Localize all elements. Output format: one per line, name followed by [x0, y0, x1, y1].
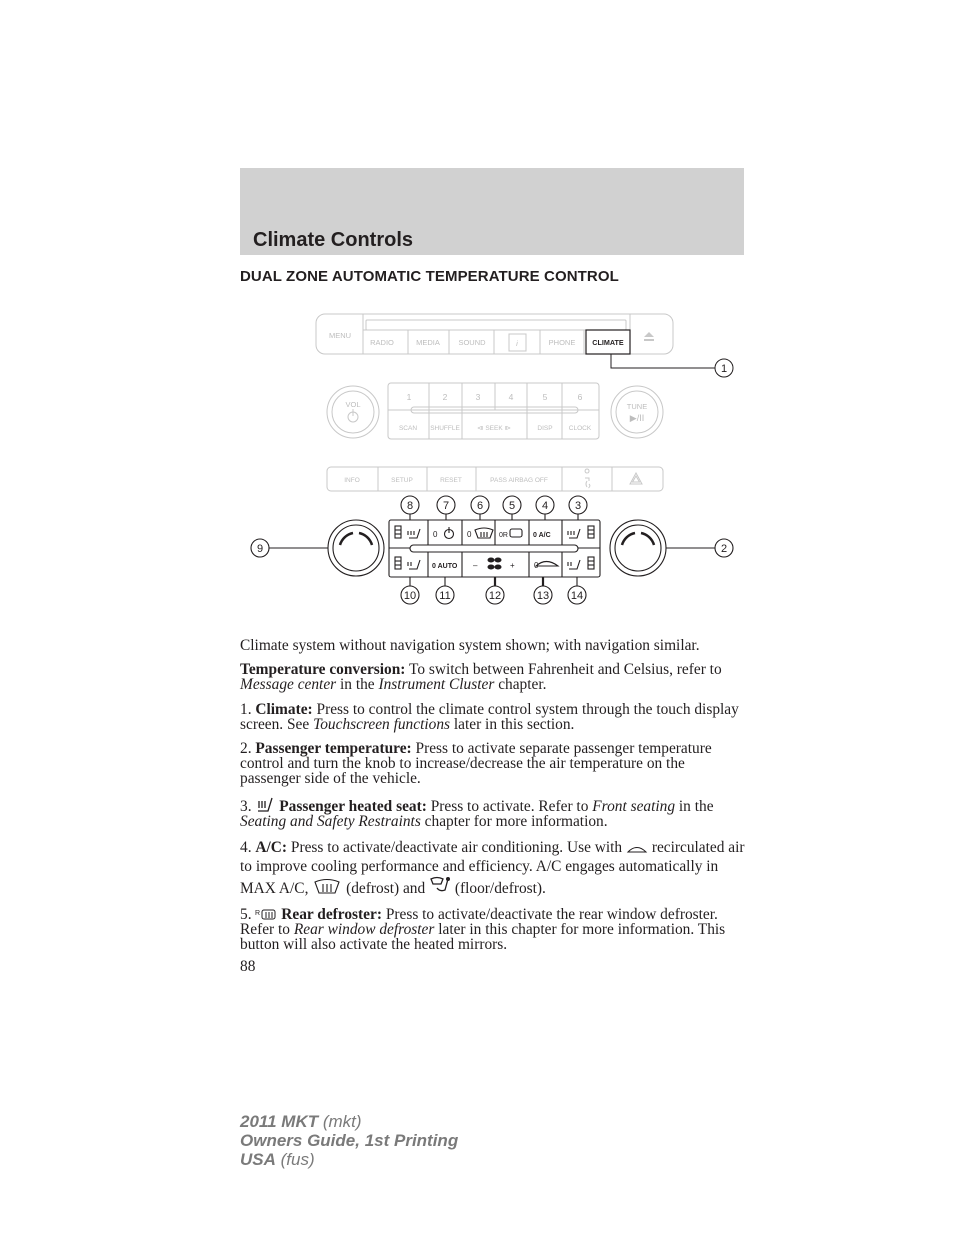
driver-cooled-seat-icon: [407, 559, 421, 570]
front-defrost-indicator: 0: [467, 530, 472, 539]
callout-5: 5: [509, 500, 515, 512]
callout-11: 11: [439, 590, 450, 602]
heated-seat-icon: [258, 797, 274, 812]
temperature-conversion-paragraph: Temperature conversion: To switch betwee…: [240, 661, 722, 694]
section-title: DUAL ZONE AUTOMATIC TEMPERATURE CONTROL: [240, 268, 619, 285]
setup-button[interactable]: SETUP: [391, 477, 413, 484]
climate-button-label: CLIMATE: [592, 338, 624, 347]
climate-power-indicator: 0: [433, 530, 438, 539]
footer-line-2: Owners Guide, 1st Printing: [240, 1131, 459, 1150]
tune-knob: [610, 385, 664, 439]
preset-2[interactable]: 2: [443, 392, 448, 402]
item-4-ac: 4. A/C: Press to activate/deactivate air…: [240, 839, 745, 898]
seek-button[interactable]: ⧏ SEEK ⧐: [477, 425, 511, 432]
floor-defrost-icon: [430, 876, 451, 892]
driver-temp-knob[interactable]: [327, 519, 385, 577]
item-2-passenger-temperature: 2. Passenger temperature: Press to activ…: [240, 740, 712, 788]
passenger-temp-knob[interactable]: [609, 519, 667, 577]
sound-button[interactable]: SOUND: [458, 338, 486, 347]
footer: 2011 MKT (mkt) Owners Guide, 1st Printin…: [240, 1112, 458, 1169]
phone-button[interactable]: PHONE: [549, 338, 576, 347]
pass-airbag-off-indicator: PASS AIRBAG OFF: [490, 477, 548, 484]
menu-button[interactable]: MENU: [329, 331, 351, 340]
climate-control-figure: MENU RADIO MEDIA SOUND i PHONE VOL TUNE …: [250, 313, 734, 605]
callout-7: 7: [443, 500, 449, 512]
info-button[interactable]: INFO: [344, 477, 360, 484]
clock-button[interactable]: CLOCK: [569, 425, 592, 432]
footer-line-1: 2011 MKT (mkt): [240, 1112, 362, 1131]
callout-3: 3: [575, 500, 581, 512]
preset-6[interactable]: 6: [578, 392, 583, 402]
figure-caption: Climate system without navigation system…: [240, 637, 700, 654]
callout-2: 2: [721, 543, 727, 555]
info-i-button[interactable]: i: [516, 339, 518, 348]
eject-icon: [644, 332, 654, 341]
item-1-climate: 1. Climate: Press to control the climate…: [240, 700, 739, 733]
svg-text:R: R: [255, 910, 260, 917]
climate-display-slot: [409, 544, 579, 553]
recirculation-icon: [534, 560, 560, 567]
radio-button[interactable]: RADIO: [370, 338, 394, 347]
scan-button[interactable]: SCAN: [399, 425, 417, 432]
front-defrost-icon: [474, 527, 494, 539]
driver-heated-seat-icon: [407, 528, 421, 539]
chapter-title: Climate Controls: [253, 229, 414, 251]
footer-line-3: USA (fus): [240, 1150, 315, 1169]
callout-13: 13: [537, 590, 549, 602]
disp-button[interactable]: DISP: [537, 425, 552, 432]
shuffle-button[interactable]: SHUFFLE: [430, 425, 460, 432]
passenger-heated-seat-icon: [567, 528, 581, 539]
callout-4: 4: [542, 500, 548, 512]
tune-label: TUNE: [627, 402, 647, 411]
page-number: 88: [240, 957, 256, 975]
seating-safety-reference: Seating and Safety Restraints: [240, 812, 421, 830]
callout-9: 9: [257, 543, 263, 555]
preset-3[interactable]: 3: [476, 392, 481, 402]
callout-14: 14: [571, 590, 583, 602]
defrost-icon: [314, 878, 340, 894]
vol-label: VOL: [345, 400, 360, 409]
body-text: Climate system without navigation system…: [240, 638, 746, 974]
callout-1: 1: [721, 363, 727, 375]
item-3-passenger-heated-seat: 3. Passenger heated seat: Press to activ…: [240, 797, 714, 830]
callout-12: 12: [489, 590, 501, 602]
touchscreen-functions-reference: Touchscreen functions: [313, 715, 451, 733]
passenger-cooled-seat-icon: [567, 559, 581, 570]
rear-defrost-indicator: 0R: [499, 532, 508, 539]
auto-button-label: 0 AUTO: [432, 563, 458, 570]
recirculation-indicator: 0: [534, 561, 539, 570]
instrument-cluster-reference: Instrument Cluster: [378, 676, 495, 694]
preset-4[interactable]: 4: [509, 392, 514, 402]
rear-defrost-icon: [509, 528, 523, 538]
preset-1[interactable]: 1: [407, 392, 412, 402]
preset-5[interactable]: 5: [543, 392, 548, 402]
reset-button[interactable]: RESET: [440, 477, 462, 484]
fan-decrease-button[interactable]: –: [473, 561, 478, 570]
rear-defrost-icon: R: [255, 909, 276, 920]
fan-increase-button[interactable]: +: [510, 561, 515, 570]
media-button[interactable]: MEDIA: [416, 338, 440, 347]
callout-6: 6: [477, 500, 483, 512]
fan-speed-icon: [487, 557, 502, 570]
recirculation-icon: [626, 847, 648, 853]
seatbelt-icon: [584, 468, 591, 489]
message-center-reference: Message center: [240, 676, 337, 694]
item-5-rear-defroster: 5. R Rear defroster: Press to activate/d…: [240, 906, 726, 954]
callout-10: 10: [404, 590, 416, 602]
callout-8: 8: [407, 500, 413, 512]
play-pause-label: ▶/II: [630, 413, 644, 423]
ac-button-label: 0 A/C: [533, 532, 551, 539]
